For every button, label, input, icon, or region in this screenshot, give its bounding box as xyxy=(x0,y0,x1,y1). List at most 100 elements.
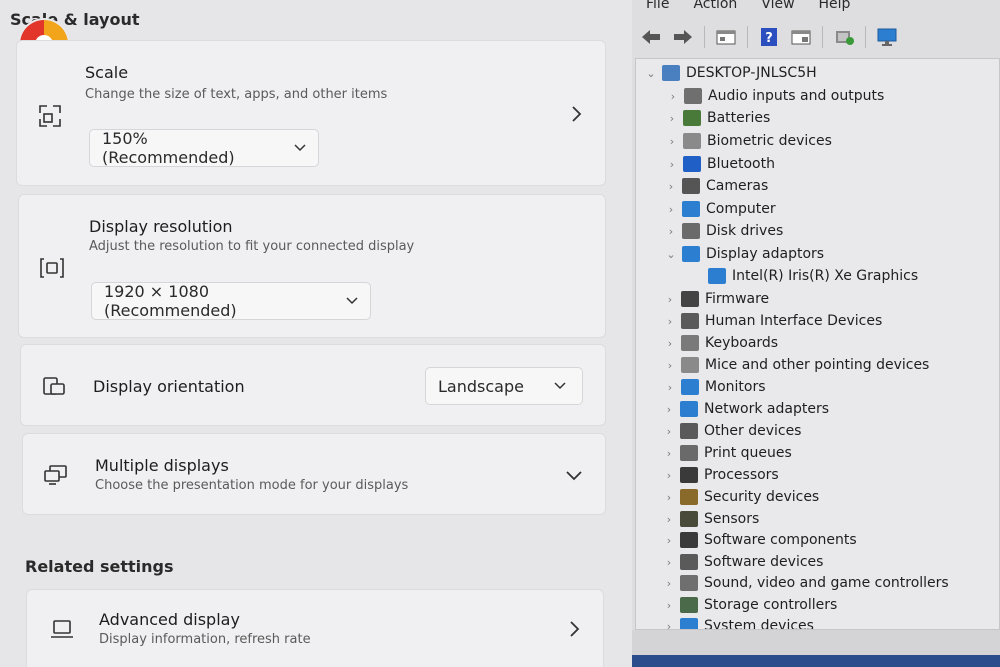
help-button[interactable]: ? xyxy=(756,25,782,49)
speaker-icon xyxy=(684,88,702,104)
device-category-item[interactable]: › Sensors xyxy=(662,508,759,530)
expand-chevron-icon[interactable]: › xyxy=(662,577,676,590)
device-category-item[interactable]: › Cameras xyxy=(664,175,768,197)
menu-file[interactable]: File xyxy=(646,0,669,18)
device-category-item[interactable]: › Firmware xyxy=(663,288,769,310)
scale-card[interactable]: Scale Change the size of text, apps, and… xyxy=(16,40,606,186)
device-category-item[interactable]: › Keyboards xyxy=(663,332,778,354)
fingerprint-icon xyxy=(683,133,701,149)
chip-icon xyxy=(681,291,699,307)
expand-chevron-icon[interactable]: › xyxy=(662,469,676,482)
expand-chevron-icon[interactable]: › xyxy=(662,403,676,416)
expand-chevron-icon[interactable]: › xyxy=(662,447,676,460)
scan-hardware-button[interactable] xyxy=(831,25,857,49)
device-category-item[interactable]: ⌄ Display adaptors xyxy=(664,243,824,265)
resolution-dropdown[interactable]: 1920 × 1080 (Recommended) xyxy=(91,282,371,320)
monitor-button[interactable] xyxy=(874,25,900,49)
computer-icon xyxy=(662,65,680,81)
collapse-chevron-icon[interactable]: ⌄ xyxy=(644,67,658,80)
chevron-right-icon[interactable] xyxy=(565,620,583,638)
device-category-label: Software components xyxy=(704,532,857,548)
toolbar-separator xyxy=(747,26,748,48)
device-category-label: Cameras xyxy=(706,178,769,194)
monitor-icon xyxy=(877,28,897,46)
expand-chevron-icon[interactable]: › xyxy=(663,337,677,350)
scale-dropdown[interactable]: 150% (Recommended) xyxy=(89,129,319,167)
multiple-displays-card[interactable]: Multiple displays Choose the presentatio… xyxy=(22,433,606,515)
menu-action[interactable]: Action xyxy=(693,0,737,18)
expand-chevron-icon[interactable]: › xyxy=(665,158,679,171)
expand-chevron-icon[interactable]: › xyxy=(662,491,676,504)
chevron-right-icon[interactable] xyxy=(567,105,585,123)
device-category-label: Monitors xyxy=(705,379,766,395)
device-category-item[interactable]: › Storage controllers xyxy=(662,594,837,616)
device-category-item[interactable]: › Processors xyxy=(662,464,779,486)
device-category-label: Display adaptors xyxy=(706,246,825,262)
camera-icon xyxy=(682,178,700,194)
device-category-item[interactable]: › Mice and other pointing devices xyxy=(663,354,929,376)
multiple-displays-title: Multiple displays xyxy=(95,456,229,475)
device-item-label: Intel(R) Iris(R) Xe Graphics xyxy=(732,268,919,284)
expand-chevron-icon[interactable]: › xyxy=(666,90,680,103)
expand-chevron-icon[interactable]: › xyxy=(662,513,676,526)
expand-chevron-icon[interactable]: › xyxy=(662,534,676,547)
resolution-title: Display resolution xyxy=(89,217,233,236)
device-category-item[interactable]: › Audio inputs and outputs xyxy=(666,85,884,107)
scale-dropdown-value: 150% (Recommended) xyxy=(102,129,235,167)
expand-chevron-icon[interactable]: › xyxy=(663,359,677,372)
expand-chevron-icon[interactable]: › xyxy=(664,203,678,216)
forward-button[interactable] xyxy=(670,25,696,49)
device-category-item[interactable]: › Software devices xyxy=(662,551,823,573)
menu-view[interactable]: View xyxy=(761,0,794,18)
device-category-label: Batteries xyxy=(707,110,771,126)
expand-chevron-icon[interactable]: › xyxy=(662,620,676,630)
computer-name: DESKTOP-JNLSC5H xyxy=(686,65,817,81)
device-category-item[interactable]: › Security devices xyxy=(662,486,819,508)
expand-chevron-icon[interactable]: › xyxy=(663,293,677,306)
device-category-item[interactable]: › Human Interface Devices xyxy=(663,310,882,332)
expand-chevron-icon[interactable]: › xyxy=(662,425,676,438)
device-category-item[interactable]: › Software components xyxy=(662,529,857,551)
device-category-item[interactable]: › System devices xyxy=(662,615,814,630)
expand-chevron-icon[interactable]: › xyxy=(664,180,678,193)
device-category-label: Mice and other pointing devices xyxy=(705,357,930,373)
device-category-item[interactable]: › Biometric devices xyxy=(665,130,832,152)
properties-button[interactable] xyxy=(713,25,739,49)
expand-chevron-icon[interactable]: › xyxy=(662,556,676,569)
orientation-dropdown[interactable]: Landscape xyxy=(425,367,583,405)
device-category-item[interactable]: › Batteries xyxy=(665,107,770,129)
collapse-chevron-icon[interactable]: ⌄ xyxy=(664,248,678,261)
device-category-item[interactable]: › Computer xyxy=(664,198,776,220)
device-category-item[interactable]: › Bluetooth xyxy=(665,153,775,175)
printer-icon xyxy=(680,445,698,461)
device-category-item[interactable]: › Network adapters xyxy=(662,398,829,420)
laptop-icon xyxy=(51,620,73,638)
device-category-label: Security devices xyxy=(704,489,820,505)
expand-chevron-icon[interactable]: › xyxy=(662,599,676,612)
device-category-item[interactable]: › Sound, video and game controllers xyxy=(662,572,949,594)
monitor-icon xyxy=(682,201,700,217)
device-category-item[interactable]: › Disk drives xyxy=(664,220,783,242)
chevron-down-icon xyxy=(346,297,358,305)
chevron-down-icon[interactable] xyxy=(565,466,583,484)
disk-icon xyxy=(682,223,700,239)
device-category-item[interactable]: › Monitors xyxy=(663,376,766,398)
resolution-card: Display resolution Adjust the resolution… xyxy=(18,194,606,338)
expand-chevron-icon[interactable]: › xyxy=(665,135,679,148)
device-item[interactable]: Intel(R) Iris(R) Xe Graphics xyxy=(708,265,918,287)
tree-root[interactable]: ⌄ DESKTOP-JNLSC5H xyxy=(644,62,817,84)
view-button[interactable] xyxy=(788,25,814,49)
toolbar-separator xyxy=(822,26,823,48)
device-category-item[interactable]: › Other devices xyxy=(662,420,801,442)
expand-chevron-icon[interactable]: › xyxy=(664,225,678,238)
back-button[interactable] xyxy=(638,25,664,49)
device-category-label: Computer xyxy=(706,201,776,217)
menu-help[interactable]: Help xyxy=(819,0,851,18)
device-category-item[interactable]: › Print queues xyxy=(662,442,792,464)
svg-text:?: ? xyxy=(765,31,773,46)
expand-chevron-icon[interactable]: › xyxy=(665,112,679,125)
expand-chevron-icon[interactable]: › xyxy=(663,381,677,394)
view-icon xyxy=(791,30,811,45)
advanced-display-card[interactable]: Advanced display Display information, re… xyxy=(26,589,604,667)
expand-chevron-icon[interactable]: › xyxy=(663,315,677,328)
